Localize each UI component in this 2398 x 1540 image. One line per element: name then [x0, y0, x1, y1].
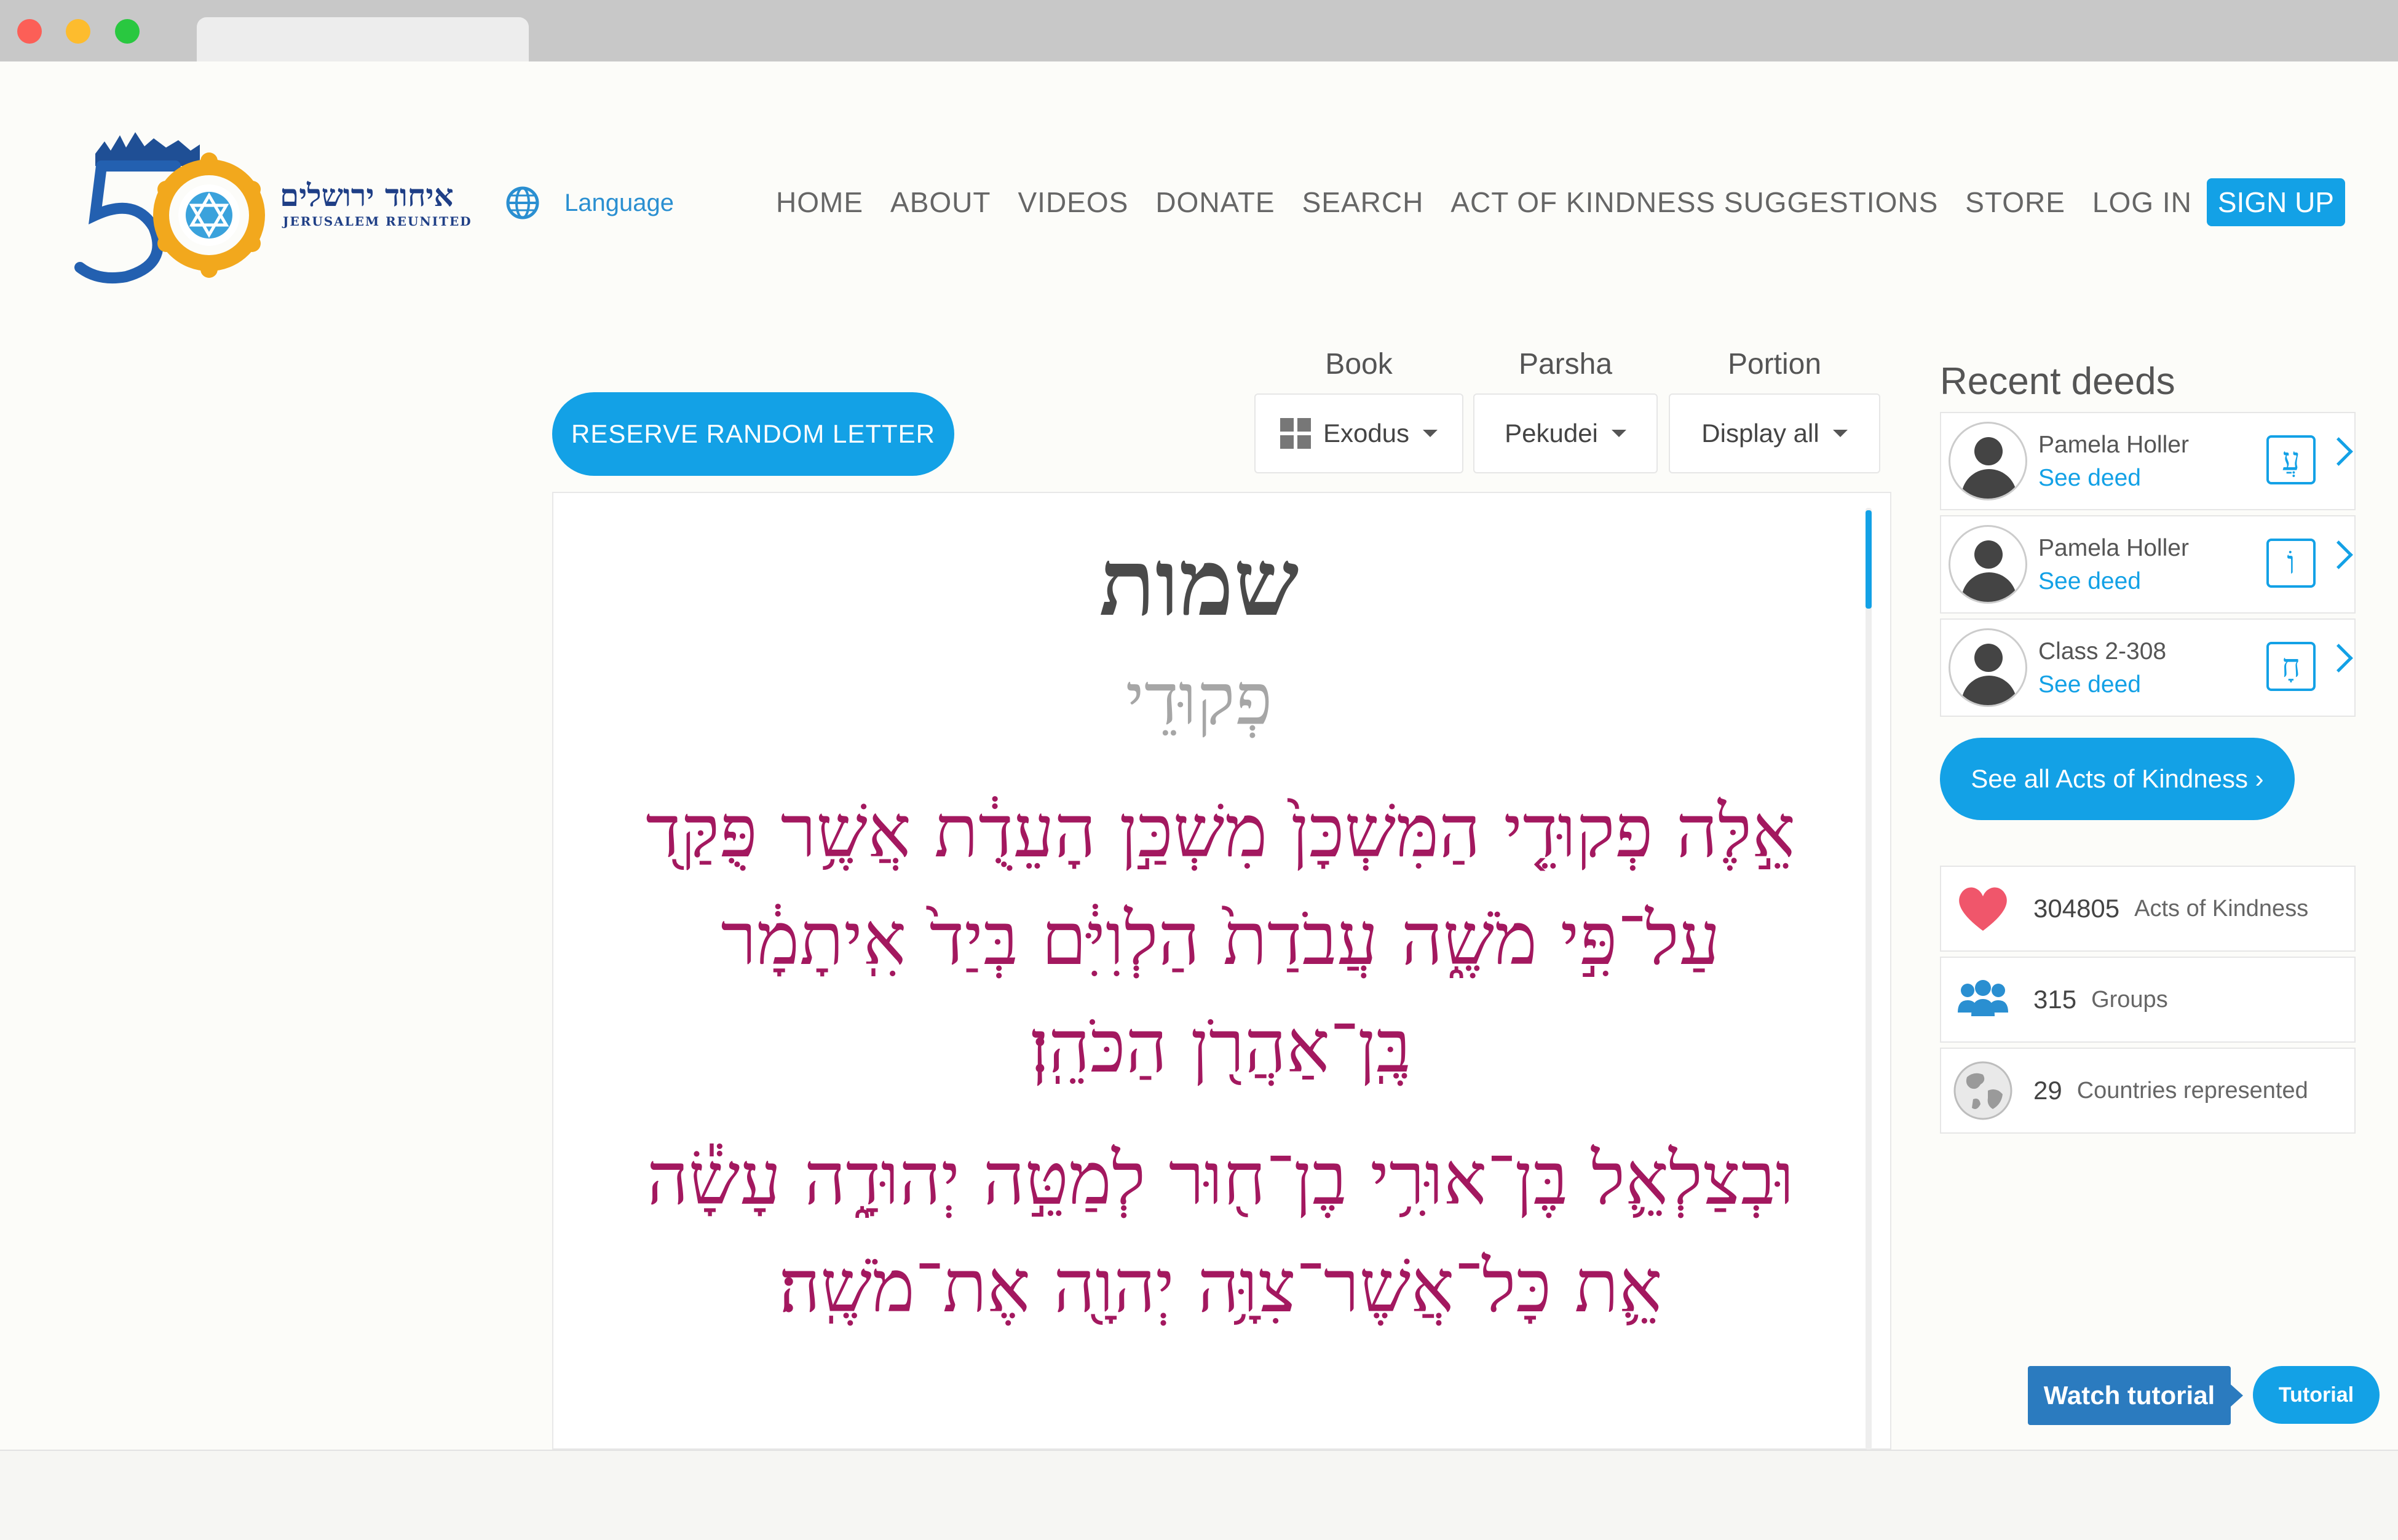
- see-all-acts-button[interactable]: See all Acts of Kindness ›: [1940, 738, 2295, 820]
- text-scrollbar-thumb[interactable]: [1866, 510, 1872, 609]
- stat-countries: 29 Countries represented: [1940, 1048, 2356, 1134]
- verse-text[interactable]: וּבְצַלְאֵ֛ל בֶּן־אוּרִ֥י בֶן־ח֖וּר לְמַ…: [609, 1125, 1832, 1340]
- stat-acts-of-kindness: 304805 Acts of Kindness: [1940, 866, 2356, 952]
- stat-groups: 315 Groups: [1940, 957, 2356, 1043]
- recent-deed-item[interactable]: Pamela Holler See deed עֲ: [1940, 412, 2356, 510]
- see-deed-link[interactable]: See deed: [2038, 568, 2141, 595]
- heart-icon: [1959, 887, 2007, 931]
- sign-up-button[interactable]: SIGN UP: [2206, 178, 2345, 226]
- parsha-dropdown[interactable]: Pekudei: [1473, 393, 1658, 473]
- browser-chrome: [0, 0, 2398, 61]
- logo-english-text: JERUSALEM REUNITED: [283, 214, 472, 229]
- language-label: Language: [564, 189, 674, 216]
- nav-home[interactable]: HOME: [776, 186, 863, 219]
- close-window-button[interactable]: [17, 19, 42, 44]
- chevron-down-icon: [1611, 430, 1626, 437]
- recent-deeds-title: Recent deeds: [1940, 360, 2175, 403]
- nav-donate[interactable]: DONATE: [1155, 186, 1275, 219]
- tooltip-arrow: [2231, 1384, 2243, 1407]
- stat-label: Acts of Kindness: [2134, 895, 2309, 922]
- portion-dropdown-value: Display all: [1701, 419, 1819, 448]
- nav-about[interactable]: ABOUT: [890, 186, 991, 219]
- nav-videos[interactable]: VIDEOS: [1018, 186, 1128, 219]
- book-dropdown-value: Exodus: [1323, 419, 1410, 448]
- chevron-down-icon: [1832, 430, 1848, 437]
- text-scrollbar-track[interactable]: [1866, 508, 1872, 1450]
- browser-tab[interactable]: [197, 17, 529, 61]
- book-dropdown[interactable]: Exodus: [1254, 393, 1463, 473]
- deed-user-name: Class 2-308: [2038, 638, 2167, 665]
- see-deed-link[interactable]: See deed: [2038, 671, 2141, 698]
- stat-value: 29: [2033, 1076, 2062, 1105]
- language-selector[interactable]: Language: [505, 186, 674, 220]
- page-footer-band: [0, 1450, 2398, 1540]
- chevron-down-icon: [1423, 430, 1438, 437]
- globe-icon: [1953, 1061, 2012, 1120]
- deed-user-name: Pamela Holler: [2038, 432, 2189, 458]
- maximize-window-button[interactable]: [115, 19, 140, 44]
- deed-letter: עֲ: [2266, 435, 2316, 484]
- nav-search[interactable]: SEARCH: [1302, 186, 1424, 219]
- recent-deed-item[interactable]: Pamela Holler See deed וֹ: [1940, 515, 2356, 614]
- main-nav: HOME ABOUT VIDEOS DONATE SEARCH ACT OF K…: [749, 178, 2345, 226]
- parsha-dropdown-value: Pekudei: [1505, 419, 1598, 448]
- nav-act-of-kindness-suggestions[interactable]: ACT OF KINDNESS SUGGESTIONS: [1450, 186, 1938, 219]
- deed-letter: וֹ: [2266, 539, 2316, 588]
- chevron-right-icon[interactable]: [2324, 644, 2353, 673]
- users-icon: [1958, 980, 2008, 1016]
- parsha-label: Parsha: [1518, 348, 1613, 381]
- avatar: [1949, 422, 2027, 500]
- see-deed-link[interactable]: See deed: [2038, 465, 2141, 492]
- stat-value: 304805: [2033, 894, 2120, 923]
- portion-dropdown[interactable]: Display all: [1669, 393, 1880, 473]
- chevron-right-icon[interactable]: [2324, 437, 2353, 466]
- deed-letter: חָ: [2266, 642, 2316, 691]
- nav-store[interactable]: STORE: [1965, 186, 2065, 219]
- logo-hebrew-text: איחוד ירושלים: [280, 177, 454, 213]
- chevron-right-icon[interactable]: [2324, 540, 2353, 569]
- tutorial-button[interactable]: Tutorial: [2253, 1366, 2380, 1424]
- stat-label: Countries represented: [2076, 1077, 2308, 1104]
- book-label: Book: [1325, 348, 1393, 381]
- grid-icon: [1280, 418, 1311, 449]
- book-title-hebrew: שמות: [1099, 529, 1299, 637]
- portion-label: Portion: [1727, 348, 1822, 381]
- nav-log-in[interactable]: LOG IN: [2092, 186, 2192, 219]
- recent-deed-item[interactable]: Class 2-308 See deed חָ: [1940, 618, 2356, 717]
- stat-value: 315: [2033, 985, 2077, 1014]
- deed-user-name: Pamela Holler: [2038, 535, 2189, 561]
- avatar: [1949, 525, 2027, 604]
- verse-text[interactable]: אֵ֣לֶּה פְקוּדֵ֤י הַמִּשְׁכָּן֙ מִשְׁכַּ…: [609, 778, 1832, 1100]
- minimize-window-button[interactable]: [66, 19, 90, 44]
- watch-tutorial-button[interactable]: Watch tutorial: [2028, 1366, 2231, 1425]
- stat-label: Groups: [2091, 986, 2168, 1013]
- globe-icon: [506, 186, 539, 219]
- parsha-title-hebrew: פְקוּדֵי: [1125, 658, 1273, 741]
- reserve-random-letter-button[interactable]: RESERVE RANDOM LETTER: [552, 392, 954, 476]
- site-logo[interactable]: איחוד ירושלים JERUSALEM REUNITED: [68, 123, 473, 289]
- avatar: [1949, 628, 2027, 707]
